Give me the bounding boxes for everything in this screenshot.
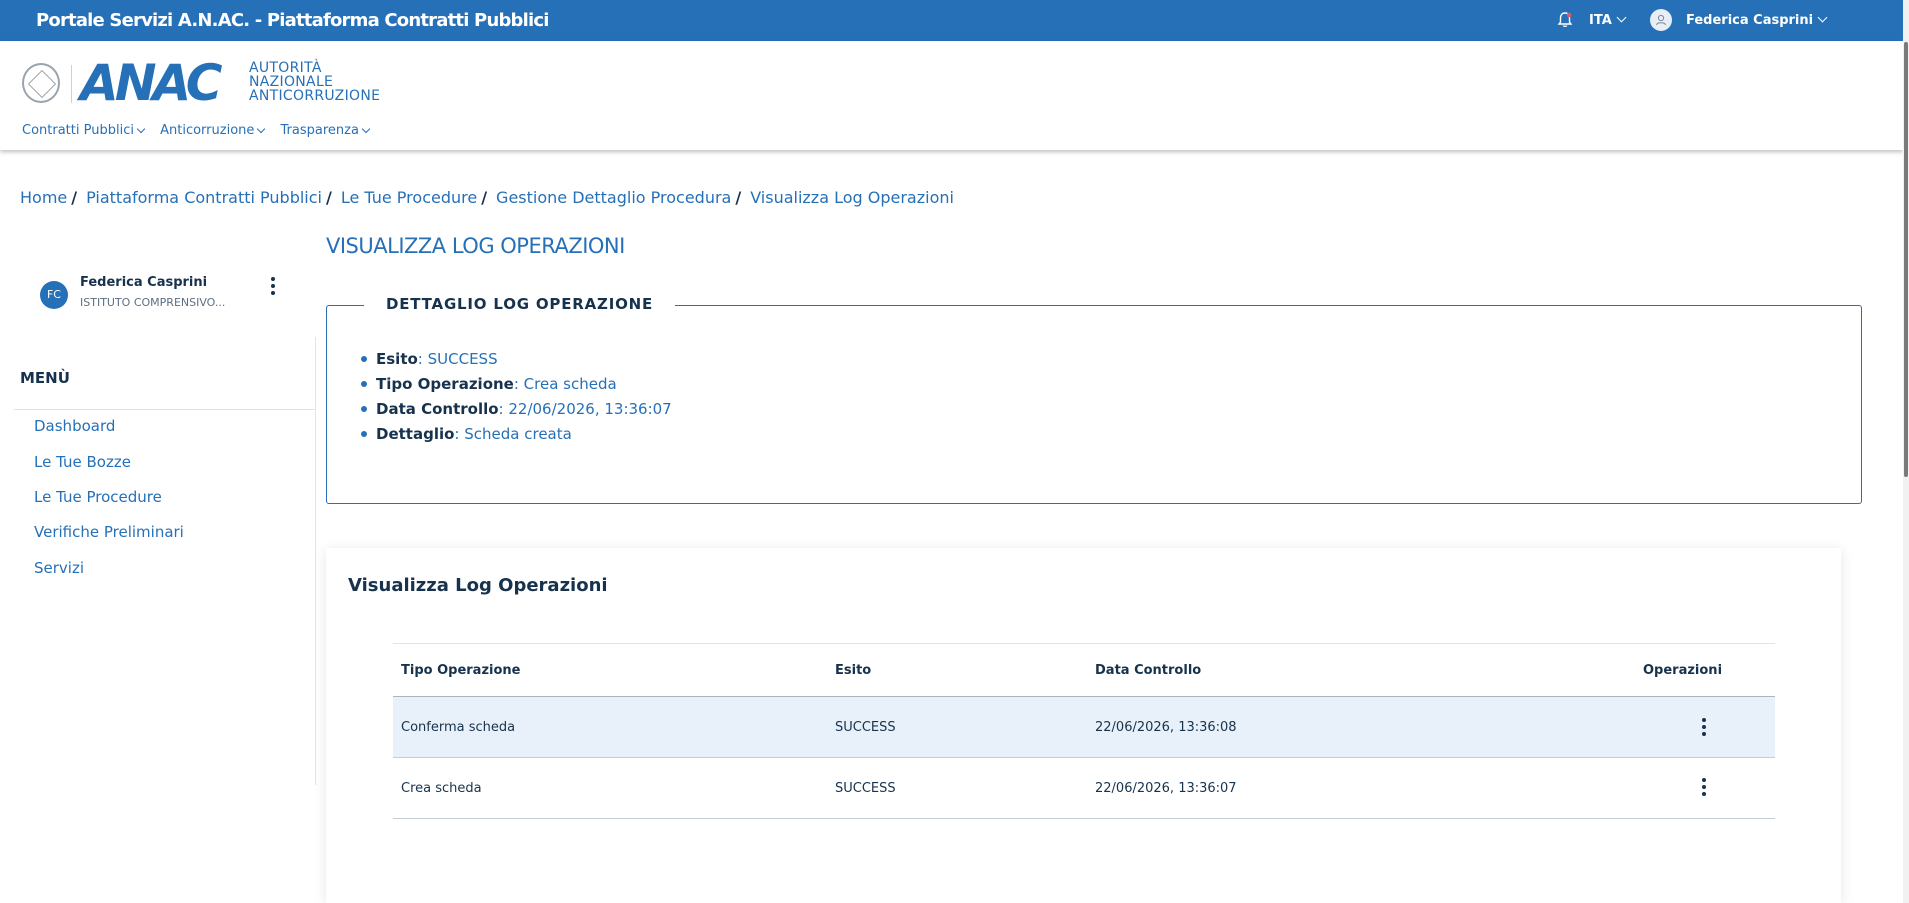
breadcrumb-home[interactable]: Home: [20, 188, 67, 207]
logo-caption-line: NAZIONALE: [249, 74, 334, 90]
nav-anticorruzione[interactable]: Anticorruzione: [160, 123, 266, 138]
nav-label: Contratti Pubblici: [22, 123, 134, 138]
breadcrumb-separator: /: [325, 188, 332, 207]
main-nav: Contratti Pubblici Anticorruzione Traspa…: [22, 123, 381, 138]
detail-item-esito: Esito: SUCCESS: [361, 349, 672, 374]
detail-label: Dettaglio: [376, 425, 455, 443]
user-avatar-icon[interactable]: [1650, 9, 1672, 31]
nav-label: Anticorruzione: [160, 123, 255, 138]
cell-tipo: Conferma scheda: [401, 719, 516, 735]
nav-label: Trasparenza: [280, 123, 359, 138]
anac-logo-caption: AUTORITÀ NAZIONALE ANTICORRUZIONE: [249, 61, 380, 103]
chevron-down-icon: [1817, 12, 1828, 23]
breadcrumb-gestione[interactable]: Gestione Dettaglio Procedura: [496, 188, 731, 207]
italian-republic-emblem-icon: [22, 63, 60, 103]
sidebar-item-bozze[interactable]: Le Tue Bozze: [34, 453, 131, 471]
nav-trasparenza[interactable]: Trasparenza: [280, 123, 371, 138]
column-header-esito[interactable]: Esito: [835, 644, 871, 696]
profile-more-icon[interactable]: [266, 276, 280, 296]
page-title: VISUALIZZA LOG OPERAZIONI: [326, 234, 625, 258]
log-card-title: Visualizza Log Operazioni: [348, 575, 608, 596]
breadcrumb-piattaforma[interactable]: Piattaforma Contratti Pubblici: [86, 188, 322, 207]
table-row[interactable]: Crea scheda SUCCESS 22/06/2026, 13:36:07: [393, 758, 1775, 819]
table-header: Tipo Operazione Esito Data Controllo Ope…: [393, 643, 1775, 697]
portal-title[interactable]: Portale Servizi A.N.AC. - Piattaforma Co…: [36, 0, 549, 41]
sidebar-item-servizi[interactable]: Servizi: [34, 559, 84, 577]
chevron-down-icon: [1616, 12, 1627, 23]
user-name: Federica Casprini: [1686, 13, 1814, 28]
breadcrumb-separator: /: [481, 188, 488, 207]
menu-divider: [14, 409, 315, 410]
breadcrumb-procedure[interactable]: Le Tue Procedure: [341, 188, 477, 207]
detail-value: : Crea scheda: [513, 375, 617, 393]
sidebar-item-dashboard[interactable]: Dashboard: [34, 417, 115, 435]
detail-item-data: Data Controllo: 22/06/2026, 13:36:07: [361, 399, 672, 424]
column-header-data[interactable]: Data Controllo: [1095, 644, 1201, 696]
breadcrumb: Home / Piattaforma Contratti Pubblici / Le T…: [20, 188, 954, 207]
user-menu[interactable]: Federica Casprini: [1686, 0, 1828, 41]
nav-contratti-pubblici[interactable]: Contratti Pubblici: [22, 123, 146, 138]
detail-label: Data Controllo: [376, 400, 499, 418]
breadcrumb-current: Visualizza Log Operazioni: [750, 188, 954, 207]
chevron-down-icon: [361, 124, 371, 134]
menu-title: MENÙ: [20, 369, 70, 387]
detail-label: Tipo Operazione: [376, 375, 514, 393]
profile-avatar: FC: [40, 281, 68, 309]
detail-label: Esito: [376, 350, 418, 368]
column-header-operazioni: Operazioni: [1643, 662, 1723, 678]
breadcrumb-separator: /: [735, 188, 742, 207]
row-actions-icon[interactable]: [1697, 777, 1711, 797]
sidebar-border: [315, 337, 316, 785]
detail-item-tipo: Tipo Operazione: Crea scheda: [361, 374, 672, 399]
chevron-down-icon: [257, 124, 266, 134]
profile-name: Federica Casprini: [80, 275, 208, 290]
detail-value: : SUCCESS: [417, 350, 498, 368]
page-scrollbar[interactable]: [1903, 0, 1909, 903]
cell-data: 22/06/2026, 13:36:08: [1095, 719, 1237, 735]
column-header-tipo[interactable]: Tipo Operazione: [401, 644, 520, 696]
anac-logo[interactable]: ANAC: [80, 58, 222, 108]
detail-legend: DETTAGLIO LOG OPERAZIONE: [364, 295, 676, 313]
detail-item-dettaglio: Dettaglio: Scheda creata: [361, 424, 672, 449]
profile-organization: ISTITUTO COMPRENSIVO...: [80, 296, 226, 309]
detail-value: : Scheda creata: [454, 425, 572, 443]
logo-divider: [71, 65, 72, 103]
breadcrumb-separator: /: [71, 188, 78, 207]
language-label: ITA: [1589, 13, 1612, 28]
logo-caption-line: AUTORITÀ: [249, 60, 322, 76]
row-actions-icon[interactable]: [1697, 717, 1711, 737]
language-selector[interactable]: ITA: [1589, 0, 1627, 41]
log-table: Tipo Operazione Esito Data Controllo Ope…: [393, 643, 1775, 819]
cell-data: 22/06/2026, 13:36:07: [1095, 780, 1237, 796]
detail-value: : 22/06/2026, 13:36:07: [498, 400, 672, 418]
sidebar-item-procedure[interactable]: Le Tue Procedure: [34, 488, 162, 506]
table-row[interactable]: Conferma scheda SUCCESS 22/06/2026, 13:3…: [393, 697, 1775, 758]
scrollbar-thumb[interactable]: [1904, 42, 1908, 477]
site-header: ANAC AUTORITÀ NAZIONALE ANTICORRUZIONE C…: [0, 41, 1903, 150]
top-bar: Portale Servizi A.N.AC. - Piattaforma Co…: [0, 0, 1909, 41]
cell-esito: SUCCESS: [835, 780, 896, 796]
sidebar-item-verifiche[interactable]: Verifiche Preliminari: [34, 523, 184, 541]
cell-esito: SUCCESS: [835, 719, 896, 735]
cell-tipo: Crea scheda: [401, 780, 482, 796]
logo-caption-line: ANTICORRUZIONE: [249, 88, 381, 104]
detail-list: Esito: SUCCESS Tipo Operazione: Crea sch…: [361, 349, 672, 449]
bell-icon[interactable]: [1556, 11, 1574, 29]
chevron-down-icon: [136, 124, 146, 134]
